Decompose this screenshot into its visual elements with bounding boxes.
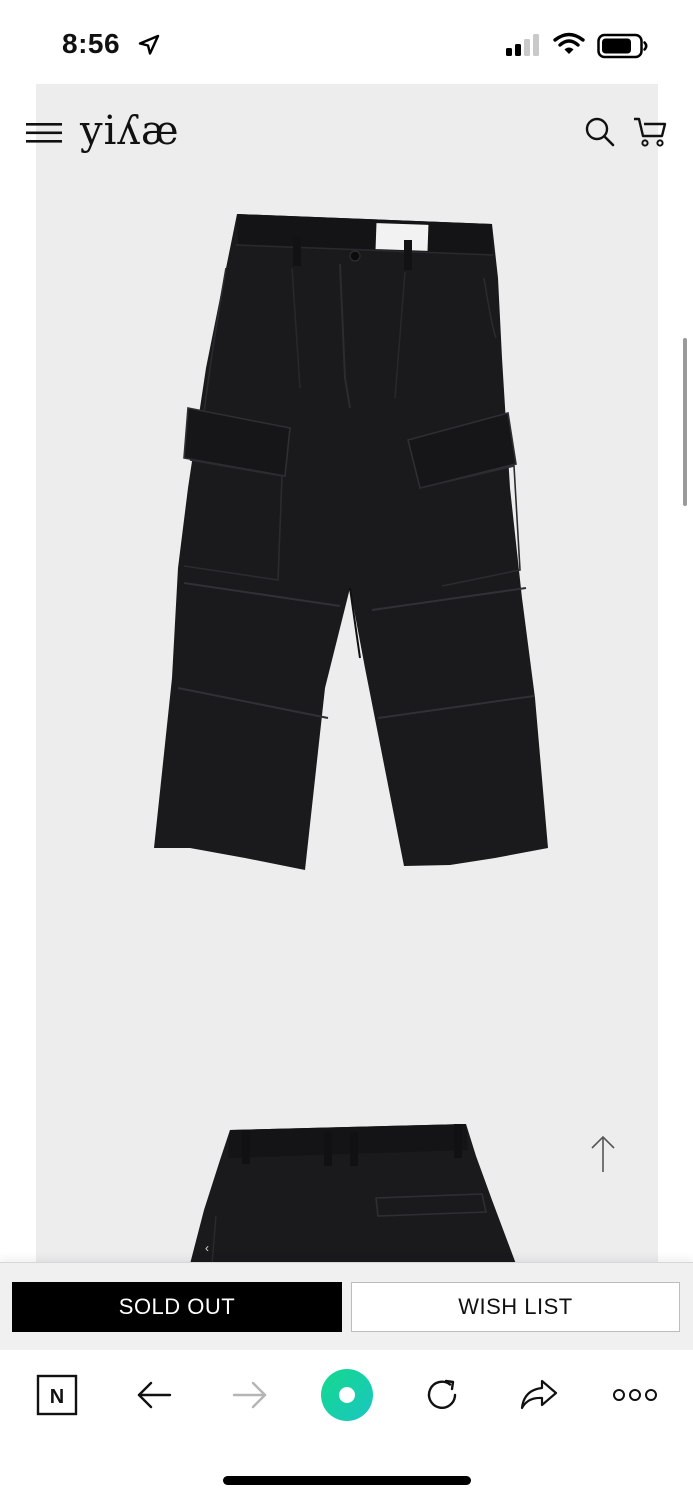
product-image-back[interactable] bbox=[186, 1120, 522, 1264]
home-circle-icon bbox=[321, 1369, 373, 1421]
naver-button[interactable]: N bbox=[34, 1372, 80, 1418]
status-time: 8:56 bbox=[62, 28, 121, 59]
wifi-icon bbox=[553, 32, 585, 54]
page-scrollbar[interactable] bbox=[683, 338, 687, 506]
home-button[interactable] bbox=[320, 1368, 374, 1422]
forward-arrow-icon bbox=[232, 1381, 267, 1409]
share-icon bbox=[520, 1379, 558, 1410]
search-icon[interactable] bbox=[584, 116, 616, 148]
cellular-signal-icon bbox=[506, 34, 539, 56]
cart-icon[interactable] bbox=[632, 116, 668, 148]
share-button[interactable] bbox=[516, 1372, 562, 1418]
naver-label: N bbox=[50, 1386, 64, 1408]
wish-list-button[interactable]: WISH LIST bbox=[351, 1282, 680, 1332]
battery-icon bbox=[597, 33, 648, 59]
sold-out-button[interactable]: SOLD OUT bbox=[12, 1282, 342, 1332]
site-logo[interactable]: yiʎæ bbox=[80, 108, 180, 154]
back-arrow-icon bbox=[137, 1381, 172, 1409]
gallery-prev-chevron-icon[interactable]: ‹ bbox=[205, 1241, 209, 1255]
hamburger-menu-icon[interactable] bbox=[26, 122, 62, 144]
naver-icon: N bbox=[36, 1374, 78, 1416]
more-dots-icon bbox=[613, 1389, 657, 1401]
scroll-to-top-icon[interactable] bbox=[588, 1134, 618, 1174]
more-button[interactable] bbox=[612, 1372, 658, 1418]
back-button[interactable] bbox=[131, 1372, 177, 1418]
reload-button[interactable] bbox=[419, 1372, 465, 1418]
location-arrow-icon bbox=[138, 34, 160, 55]
reload-icon bbox=[427, 1379, 457, 1409]
forward-button[interactable] bbox=[227, 1372, 273, 1418]
home-indicator bbox=[223, 1476, 471, 1485]
product-image-front[interactable] bbox=[150, 208, 550, 873]
